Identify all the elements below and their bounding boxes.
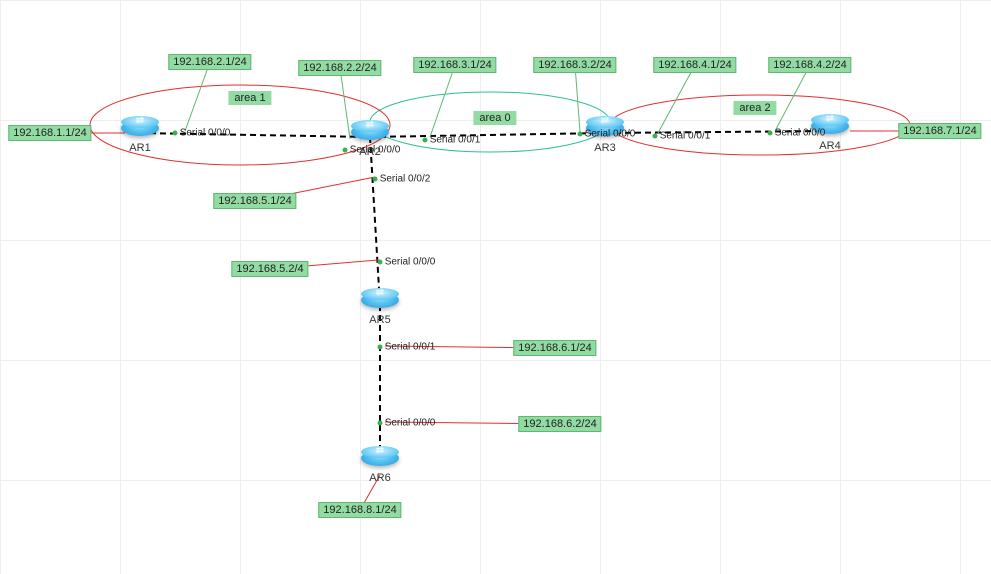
router-label: AR3 <box>594 142 615 154</box>
router-ar5[interactable]: AR5 <box>361 292 399 318</box>
interface-label: Serial 0/0/0 <box>585 129 636 140</box>
interface-dot-icon <box>378 345 383 350</box>
topology-lines <box>0 0 991 574</box>
router-label: AR1 <box>129 142 150 154</box>
ip-label[interactable]: 192.168.4.2/24 <box>768 57 851 73</box>
interface-dot-icon <box>653 134 658 139</box>
interface-label: Serial 0/0/2 <box>380 174 431 185</box>
router-icon <box>351 124 389 140</box>
router-label: AR6 <box>369 472 390 484</box>
router-icon <box>361 292 399 308</box>
interface-label: Serial 0/0/0 <box>180 128 231 139</box>
area2-label: area 2 <box>733 101 776 115</box>
ip-label[interactable]: 192.168.2.1/24 <box>168 54 251 70</box>
interface-label: Serial 0/0/1 <box>430 135 481 146</box>
area0-label: area 0 <box>473 111 516 125</box>
interface-label: Serial 0/0/1 <box>385 342 436 353</box>
interface-label: Serial 0/0/0 <box>775 128 826 139</box>
interface-dot-icon <box>378 260 383 265</box>
ip-label[interactable]: 192.168.6.1/24 <box>513 340 596 356</box>
ip-label[interactable]: 192.168.3.2/24 <box>533 57 616 73</box>
router-ar6[interactable]: AR6 <box>361 450 399 476</box>
ip-label[interactable]: 192.168.7.1/24 <box>898 123 981 139</box>
interface-dot-icon <box>373 177 378 182</box>
interface-label: Serial 0/0/0 <box>385 257 436 268</box>
interface-dot-icon <box>578 132 583 137</box>
ip-label[interactable]: 192.168.4.1/24 <box>653 57 736 73</box>
router-label: AR4 <box>819 140 840 152</box>
interface-dot-icon <box>423 138 428 143</box>
interface-dot-icon <box>343 148 348 153</box>
router-label: AR5 <box>369 314 390 326</box>
ip-label[interactable]: 192.168.2.2/24 <box>298 60 381 76</box>
interface-dot-icon <box>768 131 773 136</box>
interface-label: Serial 0/0/0 <box>385 418 436 429</box>
ip-label[interactable]: 192.168.8.1/24 <box>318 502 401 518</box>
router-icon <box>361 450 399 466</box>
ip-label[interactable]: 192.168.6.2/24 <box>518 416 601 432</box>
interface-label: Serial 0/0/1 <box>660 131 711 142</box>
ip-label[interactable]: 192.168.5.2/4 <box>231 261 308 277</box>
router-ar1[interactable]: AR1 <box>121 120 159 146</box>
interface-dot-icon <box>173 131 178 136</box>
ip-label[interactable]: 192.168.3.1/24 <box>413 57 496 73</box>
interface-dot-icon <box>378 421 383 426</box>
ip-label[interactable]: 192.168.5.1/24 <box>213 193 296 209</box>
area1-label: area 1 <box>228 91 271 105</box>
ip-label[interactable]: 192.168.1.1/24 <box>8 125 91 141</box>
interface-label: Serial 0/0/0 <box>350 145 401 156</box>
router-icon <box>121 120 159 136</box>
